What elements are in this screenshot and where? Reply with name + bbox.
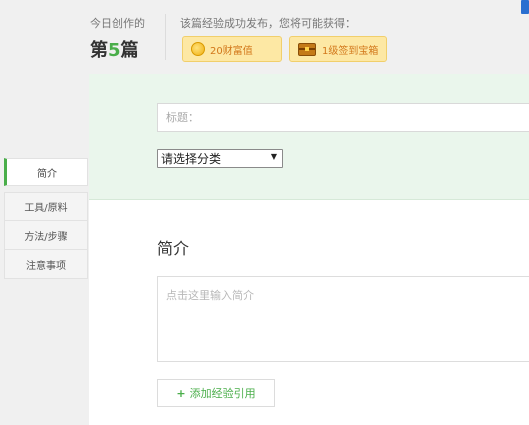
coin-icon xyxy=(191,42,205,56)
dropdown-arrow-icon: ▼ xyxy=(270,152,277,161)
plus-icon: + xyxy=(176,386,186,400)
reward-wealth-label: 20财富值 xyxy=(210,45,253,57)
title-input[interactable]: 标题： xyxy=(157,103,529,132)
reward-wealth-badge: 20财富值 xyxy=(182,36,282,62)
category-select-value: 请选择分类 xyxy=(161,152,222,166)
add-reference-button[interactable]: + 添加经验引用 xyxy=(157,379,275,407)
count-prefix: 第 xyxy=(90,40,108,61)
category-select[interactable]: 请选择分类 ▼ xyxy=(157,149,283,168)
header-divider xyxy=(165,14,166,60)
tab-intro[interactable]: 简介 xyxy=(4,158,88,186)
title-area xyxy=(89,74,529,200)
creation-count: 第5篇 xyxy=(90,36,139,62)
publish-header: 今日创作的 第5篇 该篇经验成功发布，您将可能获得： 20财富值 1级签到宝箱 xyxy=(0,0,529,74)
treasure-chest-icon xyxy=(298,42,316,56)
intro-textarea[interactable]: 点击这里输入简介 xyxy=(157,276,529,362)
tab-notes[interactable]: 注意事项 xyxy=(4,250,88,279)
reward-chest-badge: 1级签到宝箱 xyxy=(289,36,387,62)
today-label: 今日创作的 xyxy=(90,17,145,30)
tab-tools[interactable]: 工具/原料 xyxy=(4,192,88,221)
intro-heading: 简介 xyxy=(157,239,190,258)
add-reference-label: 添加经验引用 xyxy=(189,387,256,400)
tab-steps[interactable]: 方法/步骤 xyxy=(4,221,88,250)
publish-message: 该篇经验成功发布，您将可能获得： xyxy=(180,17,356,30)
count-suffix: 篇 xyxy=(120,40,139,61)
count-number: 5 xyxy=(108,40,121,61)
reward-chest-label: 1级签到宝箱 xyxy=(322,45,379,57)
edge-icon xyxy=(521,0,529,14)
